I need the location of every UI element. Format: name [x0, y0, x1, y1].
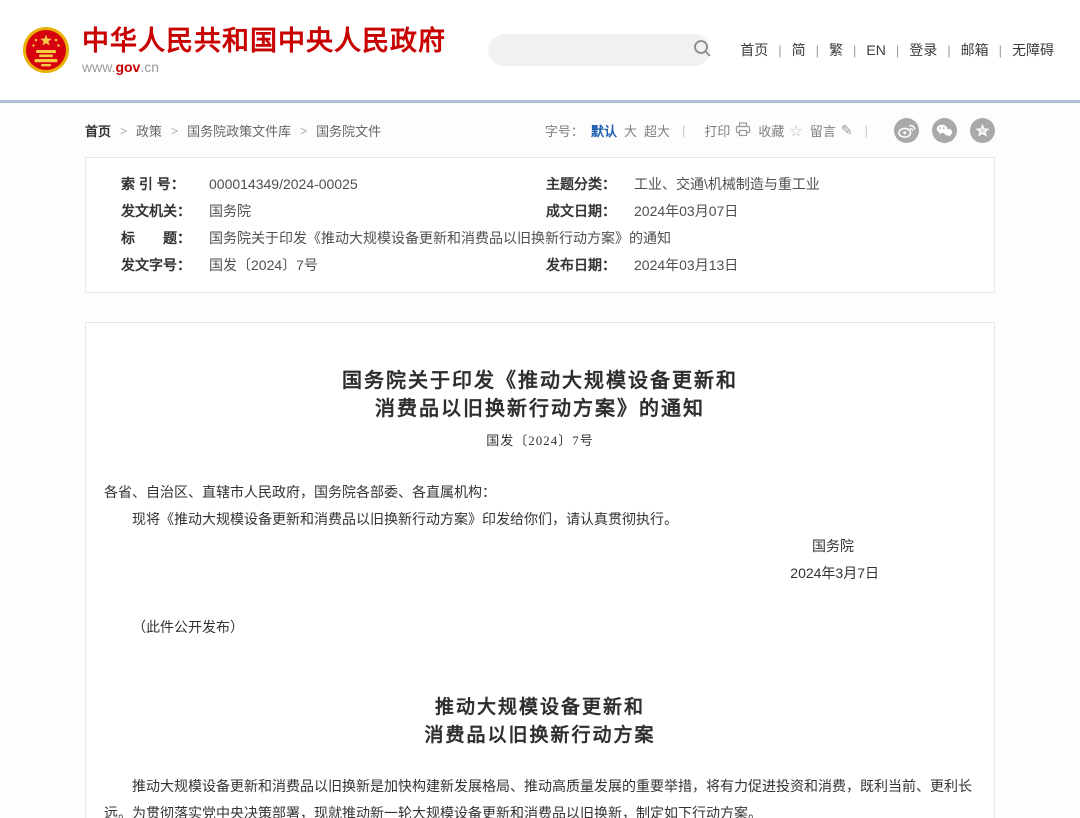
plan-title: 推动大规模设备更新和 消费品以旧换新行动方案: [104, 694, 976, 750]
meta-date-pub-label: 发布日期：: [546, 252, 634, 279]
nav-separator: |: [772, 43, 787, 58]
breadcrumb-policy-library[interactable]: 国务院政策文件库: [187, 121, 291, 140]
font-size-label: 字号：: [545, 121, 584, 140]
font-size-default[interactable]: 默认: [591, 121, 617, 140]
document-number: 国发〔2024〕7号: [104, 430, 976, 449]
nav-traditional[interactable]: 繁: [825, 40, 847, 60]
toolbar-row: 首页 > 政策 > 国务院政策文件库 > 国务院文件 字号： 默认 大 超大 |…: [85, 103, 995, 157]
plan-intro-paragraph: 推动大规模设备更新和消费品以旧换新是加快构建新发展格局、推动高质量发展的重要举措…: [104, 773, 976, 818]
nav-simplified[interactable]: 简: [788, 40, 810, 60]
site-url: www.gov.cn: [82, 59, 446, 75]
meta-date-pub-value: 2024年03月13日: [634, 252, 738, 279]
search-icon: [693, 39, 712, 61]
header-right: 首页 | 简 | 繁 | EN | 登录 | 邮箱 | 无障碍: [488, 34, 1058, 66]
breadcrumb: 首页 > 政策 > 国务院政策文件库 > 国务院文件: [85, 121, 381, 140]
metadata-row: 发文字号： 国发〔2024〕7号 发布日期： 2024年03月13日: [86, 252, 994, 279]
nav-separator: |: [993, 43, 1008, 58]
nav-home[interactable]: 首页: [736, 40, 772, 60]
meta-index-value: 000014349/2024-00025: [209, 171, 358, 198]
page-tools: 字号： 默认 大 超大 | 打印 收藏 ☆ 留言: [538, 118, 995, 143]
metadata-row: 发文机关： 国务院 成文日期： 2024年03月07日: [86, 198, 994, 225]
nav-separator: |: [847, 43, 862, 58]
search-box[interactable]: [488, 34, 710, 66]
meta-agency-value: 国务院: [209, 198, 251, 225]
breadcrumb-home[interactable]: 首页: [85, 121, 111, 140]
brand-text: 中华人民共和国中央人民政府 www.gov.cn: [82, 26, 446, 75]
toolbar-divider: |: [682, 123, 685, 138]
national-emblem-icon: [22, 26, 70, 74]
nav-mailbox[interactable]: 邮箱: [957, 40, 993, 60]
top-nav: 首页 | 简 | 繁 | EN | 登录 | 邮箱 | 无障碍: [736, 40, 1058, 60]
search-button[interactable]: [693, 39, 724, 61]
breadcrumb-separator: >: [171, 124, 178, 138]
site-header: 中华人民共和国中央人民政府 www.gov.cn 首页 | 简 | 繁 | EN…: [0, 0, 1080, 103]
meta-doc-no-value: 国发〔2024〕7号: [209, 252, 318, 279]
star-icon: ☆: [789, 122, 802, 140]
print-button[interactable]: 打印: [704, 121, 751, 140]
meta-doc-no-label: 发文字号：: [121, 252, 209, 279]
favorite-button[interactable]: 收藏 ☆: [758, 121, 802, 140]
nav-english[interactable]: EN: [862, 42, 889, 58]
weibo-share-button[interactable]: [894, 118, 919, 143]
site-title: 中华人民共和国中央人民政府: [82, 26, 446, 56]
toolbar-divider: |: [865, 123, 868, 138]
document-body-box: 国务院关于印发《推动大规模设备更新和 消费品以旧换新行动方案》的通知 国发〔20…: [85, 322, 995, 818]
meta-topic-value: 工业、交通\机械制造与重工业: [634, 171, 820, 198]
search-input[interactable]: [488, 36, 693, 64]
public-release-note: （此件公开发布）: [104, 614, 976, 641]
meta-index-label: 索 引 号：: [121, 171, 209, 198]
site-brand[interactable]: 中华人民共和国中央人民政府 www.gov.cn: [22, 26, 446, 75]
metadata-row: 索 引 号： 000014349/2024-00025 主题分类： 工业、交通\…: [86, 171, 994, 198]
nav-login[interactable]: 登录: [905, 40, 941, 60]
salutation-paragraph: 各省、自治区、直辖市人民政府，国务院各部委、各直属机构：: [104, 479, 976, 506]
body-paragraph: 现将《推动大规模设备更新和消费品以旧换新行动方案》印发给你们，请认真贯彻执行。: [104, 506, 976, 533]
signature-name: 国务院: [104, 533, 854, 560]
wechat-share-button[interactable]: [932, 118, 957, 143]
document-title: 国务院关于印发《推动大规模设备更新和 消费品以旧换新行动方案》的通知: [104, 367, 976, 423]
printer-icon: [735, 122, 751, 140]
meta-topic-label: 主题分类：: [546, 171, 634, 198]
pencil-icon: ✎: [841, 122, 853, 139]
font-size-large[interactable]: 大: [624, 121, 637, 140]
meta-agency-label: 发文机关：: [121, 198, 209, 225]
nav-accessibility[interactable]: 无障碍: [1008, 40, 1058, 60]
breadcrumb-state-council-docs[interactable]: 国务院文件: [316, 121, 381, 140]
breadcrumb-separator: >: [120, 124, 127, 138]
meta-title-value: 国务院关于印发《推动大规模设备更新和消费品以旧换新行动方案》的通知: [209, 225, 671, 252]
signature-date: 2024年3月7日: [104, 560, 879, 587]
metadata-row: 标 题： 国务院关于印发《推动大规模设备更新和消费品以旧换新行动方案》的通知: [86, 225, 994, 252]
breadcrumb-separator: >: [300, 124, 307, 138]
breadcrumb-policy[interactable]: 政策: [136, 121, 162, 140]
comment-button[interactable]: 留言 ✎: [810, 121, 853, 140]
qzone-share-button[interactable]: [970, 118, 995, 143]
nav-separator: |: [941, 43, 956, 58]
nav-separator: |: [810, 43, 825, 58]
meta-date-written-value: 2024年03月07日: [634, 198, 738, 225]
meta-title-label: 标 题：: [121, 225, 209, 252]
font-size-xlarge[interactable]: 超大: [644, 121, 670, 140]
nav-separator: |: [890, 43, 905, 58]
share-icons: [894, 118, 995, 143]
document-metadata-box: 索 引 号： 000014349/2024-00025 主题分类： 工业、交通\…: [85, 157, 995, 293]
meta-date-written-label: 成文日期：: [546, 198, 634, 225]
